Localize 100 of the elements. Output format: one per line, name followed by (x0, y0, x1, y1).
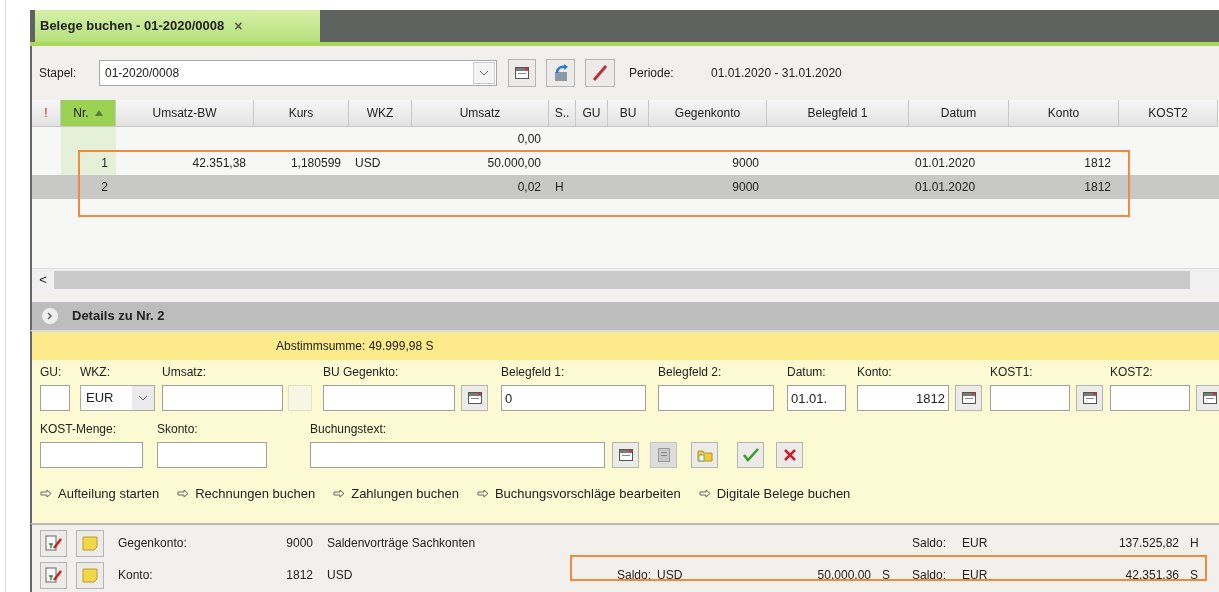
input-field[interactable] (990, 385, 1070, 411)
periode-value: 01.01.2020 - 31.01.2020 (711, 65, 842, 82)
note-button[interactable] (76, 561, 104, 589)
edit-button[interactable] (40, 529, 67, 557)
saldo-side: S (882, 567, 890, 584)
column-header[interactable]: Gegenkonto (649, 100, 767, 127)
table-cell-text: 9000 (732, 179, 759, 196)
list-button[interactable] (612, 442, 639, 468)
input-field[interactable] (40, 385, 70, 411)
list-icon (467, 392, 482, 404)
folder-button[interactable] (691, 442, 718, 468)
column-header[interactable]: Umsatz (412, 100, 549, 127)
column-header[interactable]: KOST2 (1119, 100, 1218, 127)
table-row[interactable]: 2 0,02 H 9000 01.01.2020 1812 (32, 175, 1219, 199)
field-label: Skonto: (157, 421, 199, 438)
input-field[interactable] (658, 385, 774, 411)
column-header[interactable]: Kurs (254, 100, 349, 127)
cancel-button[interactable] (776, 442, 803, 468)
confirm-button[interactable] (737, 442, 764, 468)
saldo-currency: EUR (962, 567, 989, 584)
field-label: Umsatz: (162, 364, 207, 381)
input-field[interactable]: 1812 (857, 385, 949, 411)
input-field[interactable] (310, 442, 605, 468)
table-cell-text: 01.01.2020 (915, 155, 976, 172)
expand-icon[interactable] (42, 308, 58, 324)
field-label: KOST1: (990, 364, 1034, 381)
details-header[interactable]: Details zu Nr. 2 (30, 302, 1219, 330)
action-link[interactable]: Rechnungen buchen (177, 484, 316, 504)
action-link[interactable]: Aufteilung starten (40, 484, 160, 504)
table-cell-text: 42.351,38 (192, 155, 246, 172)
saldo-amount: 42.351,36 (1124, 567, 1179, 584)
saldo-side: H (1190, 535, 1199, 552)
note-icon (82, 535, 98, 551)
column-header[interactable]: BU (608, 100, 649, 127)
account-number: 1812 (285, 567, 313, 584)
column-header[interactable]: Nr. (61, 100, 116, 127)
list-icon (515, 67, 529, 79)
saldo-amount: 137.525,82 (1117, 535, 1179, 552)
edit-button[interactable] (40, 561, 67, 589)
lookup-button[interactable] (955, 385, 982, 411)
account-label: Gegenkonto: (118, 535, 188, 552)
scroll-left-arrow[interactable]: < (32, 269, 54, 290)
pencil-icon (591, 64, 609, 82)
currency-combo[interactable]: EUR (80, 385, 155, 411)
column-header[interactable]: GU (576, 100, 608, 127)
arrow-icon (333, 489, 346, 499)
input-field[interactable] (1110, 385, 1190, 411)
action-link[interactable]: Buchungsvorschläge bearbeiten (476, 484, 681, 504)
saldo-amount: 50.000,00 (816, 567, 871, 584)
dropdown-icon[interactable] (473, 62, 495, 84)
lookup-button[interactable] (1076, 385, 1103, 411)
upload-button[interactable] (546, 59, 575, 87)
table-cell-text: 9000 (732, 155, 759, 172)
column-header[interactable]: Belegfeld 1 (767, 100, 909, 127)
column-header[interactable]: WKZ (349, 100, 412, 127)
column-header[interactable]: S.. (549, 100, 576, 127)
table-cell-text: 1 (101, 155, 108, 172)
column-header[interactable]: ! (32, 100, 61, 127)
disabled-field (288, 385, 312, 411)
action-link[interactable]: Zahlungen buchen (333, 484, 459, 504)
list-icon (1082, 392, 1097, 404)
arrow-icon (177, 489, 190, 499)
input-field[interactable]: 0 (501, 385, 646, 411)
action-link[interactable]: Digitale Belege buchen (698, 484, 851, 504)
column-header[interactable]: Datum (909, 100, 1009, 127)
edit-button[interactable] (585, 59, 615, 87)
column-header[interactable]: Umsatz-BW (116, 100, 254, 127)
account-name: Saldenvorträge Sachkonten (327, 535, 477, 552)
note-button[interactable] (76, 529, 104, 557)
document-tab[interactable]: Belege buchen - 01-2020/0008 × (35, 10, 320, 42)
close-icon[interactable]: × (234, 15, 243, 37)
stapel-combo[interactable]: 01-2020/0008 (99, 60, 497, 86)
table-cell-text: 0,02 (517, 179, 541, 196)
field-label: BU Gegenkto: (323, 364, 400, 381)
scrollbar-thumb[interactable] (54, 270, 1190, 289)
sum-text: Abstimmsumme: 49.999,98 S (276, 338, 434, 355)
table-cell-text: 0,00 (517, 131, 541, 148)
edit-icon (44, 567, 63, 583)
close-icon (783, 449, 796, 461)
table-cell-text: 2 (101, 179, 108, 196)
input-field[interactable] (40, 442, 143, 468)
saldo-label: Saldo: (615, 567, 651, 584)
list-button[interactable] (508, 59, 536, 87)
saldo-currency: EUR (962, 535, 989, 552)
field-label: Konto: (857, 364, 893, 381)
field-label: Buchungstext: (310, 421, 388, 438)
note-icon (82, 567, 98, 583)
input-field[interactable]: 01.01. (787, 385, 846, 411)
field-label: Belegfeld 2: (658, 364, 723, 381)
lookup-button[interactable] (461, 385, 488, 411)
field-label: KOST2: (1110, 364, 1154, 381)
input-field[interactable] (157, 442, 267, 468)
column-header[interactable]: Konto (1009, 100, 1119, 127)
arrow-icon (476, 489, 489, 499)
input-field[interactable] (162, 385, 283, 411)
horizontal-scrollbar[interactable]: < (32, 268, 1219, 290)
lookup-button[interactable] (1196, 385, 1219, 411)
account-label: Konto: (118, 567, 154, 584)
input-field[interactable] (323, 385, 455, 411)
table-cell-text: 1,180599 (290, 155, 341, 172)
